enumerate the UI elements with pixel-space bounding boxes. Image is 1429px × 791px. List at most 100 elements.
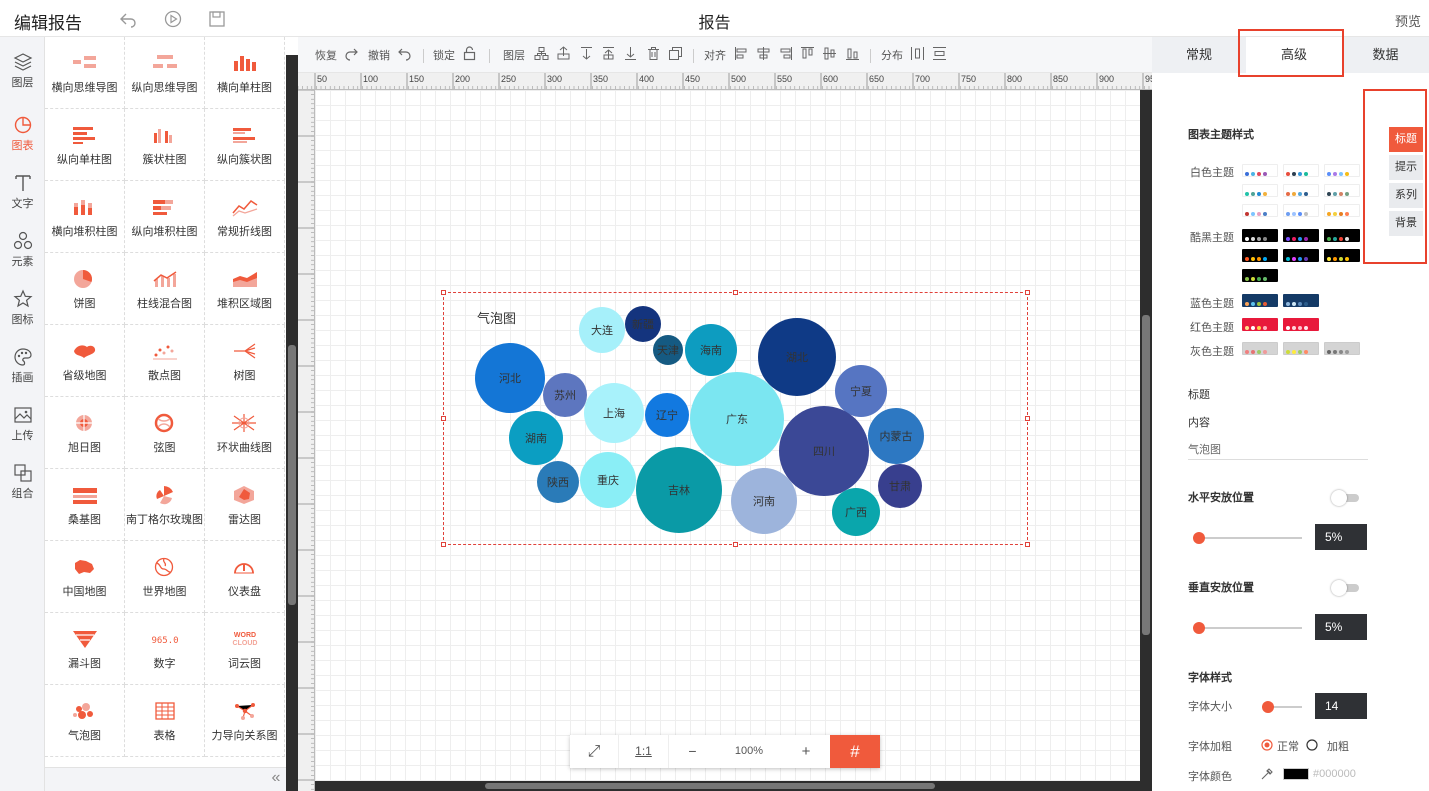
palette-item[interactable]: (965.0) 数字 xyxy=(125,613,205,685)
palette-item[interactable]: 纵向簇状图 xyxy=(205,109,285,181)
theme-swatch[interactable] xyxy=(1324,229,1360,242)
align-middle-icon[interactable] xyxy=(822,46,837,61)
theme-swatch[interactable] xyxy=(1242,269,1278,282)
sidebar-item-2[interactable]: 文字 xyxy=(0,167,45,223)
theme-swatch[interactable] xyxy=(1283,229,1319,242)
palette-item[interactable]: 饼图 xyxy=(45,253,125,325)
bubble-chart-widget[interactable]: 气泡图 大连 新疆 天津 海南 湖北 河北 苏州 上海 辽宁 广东 宁夏 内蒙古 湖南 四川 甘肃 陕西 重庆吉… xyxy=(441,290,1030,547)
theme-swatch[interactable] xyxy=(1283,184,1319,197)
palette-item[interactable]: 横向堆积柱图 xyxy=(45,181,125,253)
align-top-icon[interactable] xyxy=(800,46,815,61)
grid-toggle-button[interactable]: # xyxy=(830,735,880,768)
preview-button[interactable]: 预览 xyxy=(1395,11,1421,30)
font-size-slider[interactable] xyxy=(1262,701,1302,713)
layer-tree-icon[interactable] xyxy=(534,46,549,61)
palette-item[interactable]: 柱线混合图 xyxy=(125,253,205,325)
layer-button[interactable]: 图层 xyxy=(503,47,525,63)
side-tab-series[interactable]: 系列 xyxy=(1389,183,1423,208)
font-color-value[interactable]: #000000 xyxy=(1313,768,1356,780)
theme-swatch[interactable] xyxy=(1283,342,1319,355)
theme-swatch[interactable] xyxy=(1324,164,1360,177)
palette-item[interactable]: 树图 xyxy=(205,325,285,397)
palette-item[interactable]: 弦图 xyxy=(125,397,205,469)
canvas-vertical-scrollbar[interactable] xyxy=(1140,90,1152,791)
undo-icon[interactable] xyxy=(118,9,138,29)
sidebar-item-0[interactable]: 图层 xyxy=(0,46,45,102)
side-tab-title[interactable]: 标题 xyxy=(1389,127,1423,152)
align-left-icon[interactable] xyxy=(734,46,749,61)
theme-swatch[interactable] xyxy=(1324,204,1360,217)
actual-size-button[interactable]: 1:1 xyxy=(618,735,668,768)
undo-arrow-icon[interactable] xyxy=(397,46,412,61)
palette-item[interactable]: 仪表盘 xyxy=(205,541,285,613)
palette-item[interactable]: 横向单柱图 xyxy=(205,37,285,109)
canvas-horizontal-scrollbar[interactable] xyxy=(315,781,1140,791)
theme-swatch[interactable] xyxy=(1242,318,1278,331)
palette-item[interactable]: 雷达图 xyxy=(205,469,285,541)
sidebar-item-6[interactable]: 上传 xyxy=(0,399,45,455)
theme-swatch[interactable] xyxy=(1324,249,1360,262)
theme-swatch[interactable] xyxy=(1283,204,1319,217)
palette-item[interactable]: 力导向关系图 xyxy=(205,685,285,757)
sidebar-item-4[interactable]: 图标 xyxy=(0,283,45,339)
palette-item[interactable]: 纵向思维导图 xyxy=(125,37,205,109)
h-position-toggle[interactable] xyxy=(1331,490,1359,506)
palette-item[interactable]: 常规折线图 xyxy=(205,181,285,253)
palette-item[interactable]: 气泡图 xyxy=(45,685,125,757)
palette-item[interactable]: 横向思维导图 xyxy=(45,37,125,109)
collapse-icon[interactable]: « xyxy=(266,769,286,787)
palette-item[interactable]: 堆积区域图 xyxy=(205,253,285,325)
palette-item[interactable]: 旭日图 xyxy=(45,397,125,469)
theme-swatch[interactable] xyxy=(1283,164,1319,177)
zoom-in-button[interactable]: + xyxy=(782,735,830,768)
palette-scrollbar[interactable] xyxy=(286,55,298,791)
palette-item[interactable]: 表格 xyxy=(125,685,205,757)
palette-item[interactable]: 世界地图 xyxy=(125,541,205,613)
radio-normal-label[interactable]: 正常 xyxy=(1277,738,1299,754)
theme-swatch[interactable] xyxy=(1242,342,1278,355)
v-position-slider[interactable] xyxy=(1193,622,1302,634)
palette-item[interactable]: 漏斗图 xyxy=(45,613,125,685)
theme-swatch[interactable] xyxy=(1324,184,1360,197)
eyedropper-icon[interactable] xyxy=(1260,767,1274,781)
theme-swatch[interactable] xyxy=(1283,249,1319,262)
bring-top-icon[interactable] xyxy=(601,46,616,61)
undo-button[interactable]: 撤销 xyxy=(368,47,390,63)
sidebar-item-7[interactable]: 组合 xyxy=(0,457,45,513)
theme-swatch[interactable] xyxy=(1242,294,1278,307)
delete-icon[interactable] xyxy=(646,46,661,61)
sidebar-item-1[interactable]: 图表 xyxy=(0,109,45,165)
palette-item[interactable]: 南丁格尔玫瑰图 xyxy=(125,469,205,541)
send-down-icon[interactable] xyxy=(579,46,594,61)
fit-screen-button[interactable]: ⤢ xyxy=(570,735,618,768)
palette-item[interactable]: 纵向单柱图 xyxy=(45,109,125,181)
lock-button[interactable]: 锁定 xyxy=(433,47,455,63)
distribute-h-icon[interactable] xyxy=(910,46,925,61)
palette-item[interactable]: 簇状柱图 xyxy=(125,109,205,181)
lock-icon[interactable] xyxy=(462,46,477,61)
distribute-button[interactable]: 分布 xyxy=(881,47,903,63)
theme-swatch[interactable] xyxy=(1283,318,1319,331)
tab-general[interactable]: 常规 xyxy=(1152,37,1246,73)
redo-icon[interactable] xyxy=(344,46,359,61)
palette-item[interactable]: 散点图 xyxy=(125,325,205,397)
palette-item[interactable]: 纵向堆积柱图 xyxy=(125,181,205,253)
title-content-input[interactable]: 气泡图 xyxy=(1188,441,1368,460)
v-position-toggle[interactable] xyxy=(1331,580,1359,596)
palette-item[interactable]: 环状曲线图 xyxy=(205,397,285,469)
theme-swatch[interactable] xyxy=(1242,229,1278,242)
theme-swatch[interactable] xyxy=(1324,342,1360,355)
theme-swatch[interactable] xyxy=(1242,249,1278,262)
zoom-out-button[interactable]: − xyxy=(668,735,716,768)
font-color-swatch[interactable] xyxy=(1283,768,1309,780)
theme-swatch[interactable] xyxy=(1242,204,1278,217)
sidebar-item-3[interactable]: 元素 xyxy=(0,225,45,281)
send-bottom-icon[interactable] xyxy=(623,46,638,61)
side-tab-tooltip[interactable]: 提示 xyxy=(1389,155,1423,180)
palette-item[interactable]: 省级地图 xyxy=(45,325,125,397)
h-position-value[interactable]: 5% xyxy=(1315,524,1367,550)
align-right-icon[interactable] xyxy=(778,46,793,61)
side-tab-background[interactable]: 背景 xyxy=(1389,211,1423,236)
play-icon[interactable] xyxy=(163,9,183,29)
theme-swatch[interactable] xyxy=(1242,184,1278,197)
